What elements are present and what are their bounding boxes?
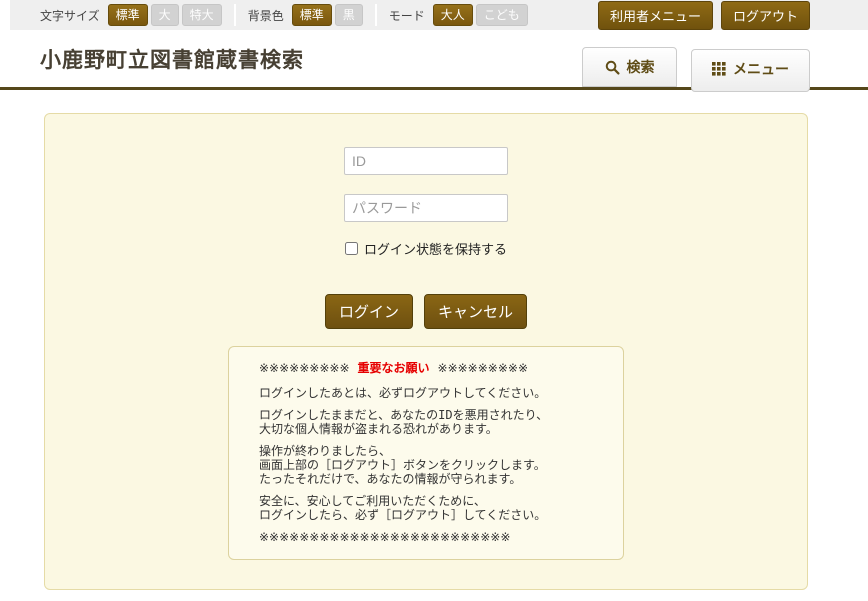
notice-line: ログインしたら、必ず［ログアウト］してください。 — [259, 508, 547, 522]
remember-login-option[interactable]: ログイン状態を保持する — [344, 239, 507, 258]
mode-group: モード 大人 こども — [389, 4, 528, 26]
font-size-group: 文字サイズ 標準 大 特大 — [40, 4, 222, 26]
notice-paragraph: ログインしたままだと、あなたのIDを悪用されたり、 大切な個人情報が盗まれる恐れ… — [259, 408, 605, 436]
notice-line: たったそれだけで、あなたの情報が守られます。 — [259, 472, 522, 486]
notice-line: 画面上部の［ログアウト］ボタンをクリックします。 — [259, 458, 546, 472]
font-size-label: 文字サイズ — [40, 8, 100, 23]
bg-color-group: 背景色 標準 黒 — [248, 4, 363, 26]
utility-bar-left: 文字サイズ 標準 大 特大 背景色 標準 黒 モード 大人 こども — [40, 4, 528, 26]
header-tabs: 検索 メニュー — [582, 47, 810, 92]
separator — [233, 4, 236, 26]
header: 小鹿野町立図書館蔵書検索 検索 メニュー — [0, 30, 868, 92]
notice-heading: ※※※※※※※※※ 重要なお願い ※※※※※※※※※ — [259, 361, 605, 375]
utility-bar: 文字サイズ 標準 大 特大 背景色 標準 黒 モード 大人 こども 利用者メニュ… — [10, 0, 868, 30]
separator — [374, 4, 377, 26]
tab-search[interactable]: 検索 — [582, 47, 677, 87]
grid-3x3-icon — [712, 62, 726, 76]
notice-line: 操作が終わりましたら、 — [259, 444, 392, 458]
remember-checkbox[interactable] — [344, 242, 358, 255]
notice-line: ログインしたあとは、必ずログアウトしてください。 — [259, 386, 547, 400]
notice-stars-left: ※※※※※※※※※ — [259, 361, 350, 375]
logout-button[interactable]: ログアウト — [720, 0, 810, 30]
utility-bar-right: 利用者メニュー ログアウト — [597, 0, 810, 30]
user-menu-button[interactable]: 利用者メニュー — [597, 0, 713, 30]
tab-menu-label: メニュー — [733, 61, 789, 77]
search-icon — [605, 60, 620, 75]
bg-color-label: 背景色 — [247, 8, 284, 23]
remember-label: ログイン状態を保持する — [363, 242, 507, 257]
tab-search-label: 検索 — [626, 59, 655, 75]
font-size-standard-button[interactable]: 標準 — [107, 4, 148, 26]
mode-adult-button[interactable]: 大人 — [432, 4, 473, 26]
form-actions: ログイン キャンセル — [324, 294, 528, 329]
notice-line: ログインしたままだと、あなたのIDを悪用されたり、 — [259, 408, 549, 422]
page: 文字サイズ 標準 大 特大 背景色 標準 黒 モード 大人 こども 利用者メニュ… — [0, 0, 868, 590]
mode-kids-button[interactable]: こども — [475, 4, 528, 26]
main-content: ログイン状態を保持する ログイン キャンセル ※※※※※※※※※重要なお願い※※… — [0, 90, 868, 590]
notice-footer-stars: ※※※※※※※※※※※※※※※※※※※※※※※※※ — [259, 530, 511, 544]
important-notice-box: ※※※※※※※※※ 重要なお願い ※※※※※※※※※ ログインしたあとは、必ずログア… — [228, 346, 624, 560]
notice-paragraph: 操作が終わりましたら、 画面上部の［ログアウト］ボタンをクリックします。 たった… — [259, 444, 605, 486]
notice-title: 重要なお願い — [357, 361, 430, 375]
font-size-xlarge-button[interactable]: 特大 — [181, 4, 222, 26]
bg-color-standard-button[interactable]: 標準 — [291, 4, 332, 26]
page-title: 小鹿野町立図書館蔵書検索 — [40, 48, 304, 72]
font-size-large-button[interactable]: 大 — [150, 4, 179, 26]
password-input[interactable] — [344, 194, 508, 222]
notice-paragraph: 安全に、安心してご利用いただくために、 ログインしたら、必ず［ログアウト］してく… — [259, 494, 605, 522]
bg-color-black-button[interactable]: 黒 — [334, 4, 363, 26]
notice-line: 安全に、安心してご利用いただくために、 — [259, 494, 486, 508]
notice-line: 大切な個人情報が盗まれる恐れがあります。 — [259, 422, 498, 436]
login-panel: ログイン状態を保持する ログイン キャンセル ※※※※※※※※※重要なお願い※※… — [44, 113, 808, 590]
cancel-button[interactable]: キャンセル — [424, 294, 528, 329]
tab-menu[interactable]: メニュー — [691, 49, 810, 92]
id-input[interactable] — [344, 147, 508, 175]
mode-label: モード — [388, 8, 425, 23]
notice-stars-right: ※※※※※※※※※ — [437, 361, 529, 375]
notice-paragraph: ログインしたあとは、必ずログアウトしてください。 — [259, 386, 605, 400]
login-button[interactable]: ログイン — [324, 294, 413, 329]
